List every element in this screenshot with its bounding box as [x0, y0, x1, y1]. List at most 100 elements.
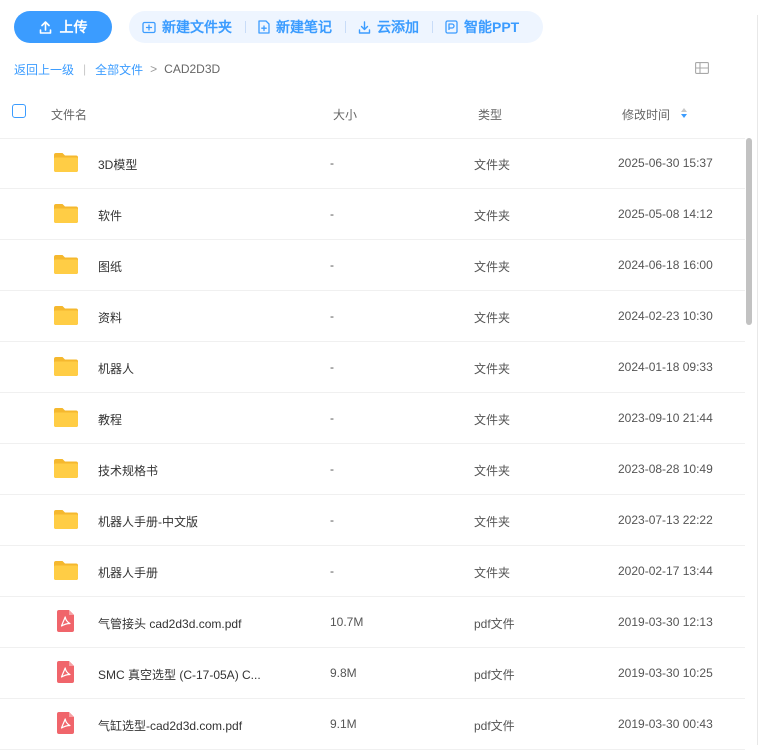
file-type: pdf文件 [474, 668, 515, 682]
folder-plus-icon [142, 21, 156, 33]
file-size: - [330, 462, 334, 476]
breadcrumb-current: CAD2D3D [164, 62, 221, 76]
panel-divider [757, 15, 758, 745]
file-size: - [330, 360, 334, 374]
file-row[interactable]: 机器人 - 文件夹 2024-01-18 09:33 [0, 342, 745, 393]
file-name: 图纸 [98, 260, 123, 274]
breadcrumb: 返回上一级 | 全部文件 > CAD2D3D [14, 61, 220, 77]
file-name: 教程 [98, 413, 123, 427]
upload-button[interactable]: 上传 [14, 11, 112, 43]
folder-icon [53, 406, 79, 431]
file-modified-time: 2020-02-17 13:44 [618, 564, 713, 578]
file-name: 技术规格书 [98, 464, 159, 478]
file-row[interactable]: 机器人手册 - 文件夹 2020-02-17 13:44 [0, 546, 745, 597]
new-note-button[interactable]: 新建笔记 [245, 17, 345, 37]
file-row[interactable]: 气管接头 cad2d3d.com.pdf 10.7M pdf文件 2019-03… [0, 597, 745, 648]
file-modified-time: 2025-06-30 15:37 [618, 156, 713, 170]
folder-icon [53, 202, 79, 227]
new-note-label: 新建笔记 [276, 19, 332, 35]
toolbar: 上传 新建文件夹 新建笔记 云添加 智能PPT [0, 0, 762, 56]
file-type: pdf文件 [474, 719, 515, 733]
upload-icon [39, 20, 51, 34]
sort-icon[interactable] [680, 107, 688, 119]
pdf-file-icon [55, 609, 77, 636]
file-list-header: 文件名 大小 类型 修改时间 [0, 88, 745, 139]
file-type: 文件夹 [474, 464, 511, 478]
file-row[interactable]: 教程 - 文件夹 2023-09-10 21:44 [0, 393, 745, 444]
folder-icon [53, 253, 79, 278]
file-type: 文件夹 [474, 413, 511, 427]
file-type: pdf文件 [474, 617, 515, 631]
folder-icon [53, 355, 79, 380]
cloud-add-button[interactable]: 云添加 [345, 17, 432, 37]
file-size: - [330, 411, 334, 425]
file-type: 文件夹 [474, 515, 511, 529]
folder-icon [53, 304, 79, 329]
file-name: 软件 [98, 209, 123, 223]
download-icon [358, 20, 371, 34]
ppt-icon [445, 20, 458, 34]
upload-label: 上传 [59, 19, 88, 35]
file-name: 机器人手册 [98, 566, 159, 580]
file-modified-time: 2019-03-30 10:25 [618, 666, 713, 680]
action-group: 新建文件夹 新建笔记 云添加 智能PPT [129, 11, 543, 43]
folder-icon [53, 151, 79, 176]
breadcrumb-all-files-link[interactable]: 全部文件 [95, 61, 143, 78]
scrollbar[interactable] [746, 138, 752, 325]
column-type-header[interactable]: 类型 [478, 106, 502, 123]
file-size: - [330, 207, 334, 221]
file-size: - [330, 258, 334, 272]
file-modified-time: 2024-01-18 09:33 [618, 360, 713, 374]
smart-ppt-button[interactable]: 智能PPT [432, 17, 532, 37]
pdf-file-icon [55, 660, 77, 687]
file-name: 机器人 [98, 362, 135, 376]
cloud-add-label: 云添加 [377, 19, 419, 35]
file-size: - [330, 156, 334, 170]
file-modified-time: 2023-07-13 22:22 [618, 513, 713, 527]
file-modified-time: 2019-03-30 00:43 [618, 717, 713, 731]
file-size: 10.7M [330, 615, 364, 629]
smart-ppt-label: 智能PPT [464, 19, 520, 35]
breadcrumb-arrow: > [150, 62, 158, 76]
pdf-file-icon [55, 711, 77, 738]
file-modified-time: 2023-08-28 10:49 [618, 462, 713, 476]
file-modified-time: 2025-05-08 14:12 [618, 207, 713, 221]
file-name: 气缸选型-cad2d3d.com.pdf [98, 719, 243, 733]
file-type: 文件夹 [474, 566, 511, 580]
column-name-header[interactable]: 文件名 [51, 106, 87, 123]
new-folder-button[interactable]: 新建文件夹 [129, 17, 245, 37]
file-modified-time: 2024-02-23 10:30 [618, 309, 713, 323]
file-row[interactable]: 3D模型 - 文件夹 2025-06-30 15:37 [0, 138, 745, 189]
file-row[interactable]: 技术规格书 - 文件夹 2023-08-28 10:49 [0, 444, 745, 495]
file-row[interactable]: 气缸选型-cad2d3d.com.pdf 9.1M pdf文件 2019-03-… [0, 699, 745, 750]
file-row[interactable]: SMC 真空选型 (C-17-05A) C... 9.8M pdf文件 2019… [0, 648, 745, 699]
file-row[interactable]: 图纸 - 文件夹 2024-06-18 16:00 [0, 240, 745, 291]
file-row[interactable]: 资料 - 文件夹 2024-02-23 10:30 [0, 291, 745, 342]
grid-view-icon[interactable] [695, 62, 709, 74]
column-modified-header[interactable]: 修改时间 [622, 106, 670, 123]
file-name: 机器人手册-中文版 [98, 515, 198, 529]
breadcrumb-back-link[interactable]: 返回上一级 [14, 61, 74, 78]
file-type: 文件夹 [474, 158, 511, 172]
file-name: SMC 真空选型 (C-17-05A) C... [98, 668, 261, 682]
file-row[interactable]: 机器人手册-中文版 - 文件夹 2023-07-13 22:22 [0, 495, 745, 546]
file-size: - [330, 309, 334, 323]
file-size: 9.1M [330, 717, 357, 731]
file-size: 9.8M [330, 666, 357, 680]
file-type: 文件夹 [474, 311, 511, 325]
file-name: 3D模型 [98, 158, 138, 172]
file-size: - [330, 513, 334, 527]
file-list: 3D模型 - 文件夹 2025-06-30 15:37 软件 - 文件夹 202… [0, 138, 745, 750]
file-modified-time: 2024-06-18 16:00 [618, 258, 713, 272]
select-all-checkbox[interactable] [12, 104, 26, 118]
breadcrumb-separator: | [83, 62, 87, 76]
file-type: 文件夹 [474, 260, 511, 274]
folder-icon [53, 457, 79, 482]
file-type: 文件夹 [474, 209, 511, 223]
file-modified-time: 2019-03-30 12:13 [618, 615, 713, 629]
file-name: 资料 [98, 311, 123, 325]
file-modified-time: 2023-09-10 21:44 [618, 411, 713, 425]
column-size-header[interactable]: 大小 [333, 106, 357, 123]
new-folder-label: 新建文件夹 [162, 19, 232, 35]
file-row[interactable]: 软件 - 文件夹 2025-05-08 14:12 [0, 189, 745, 240]
